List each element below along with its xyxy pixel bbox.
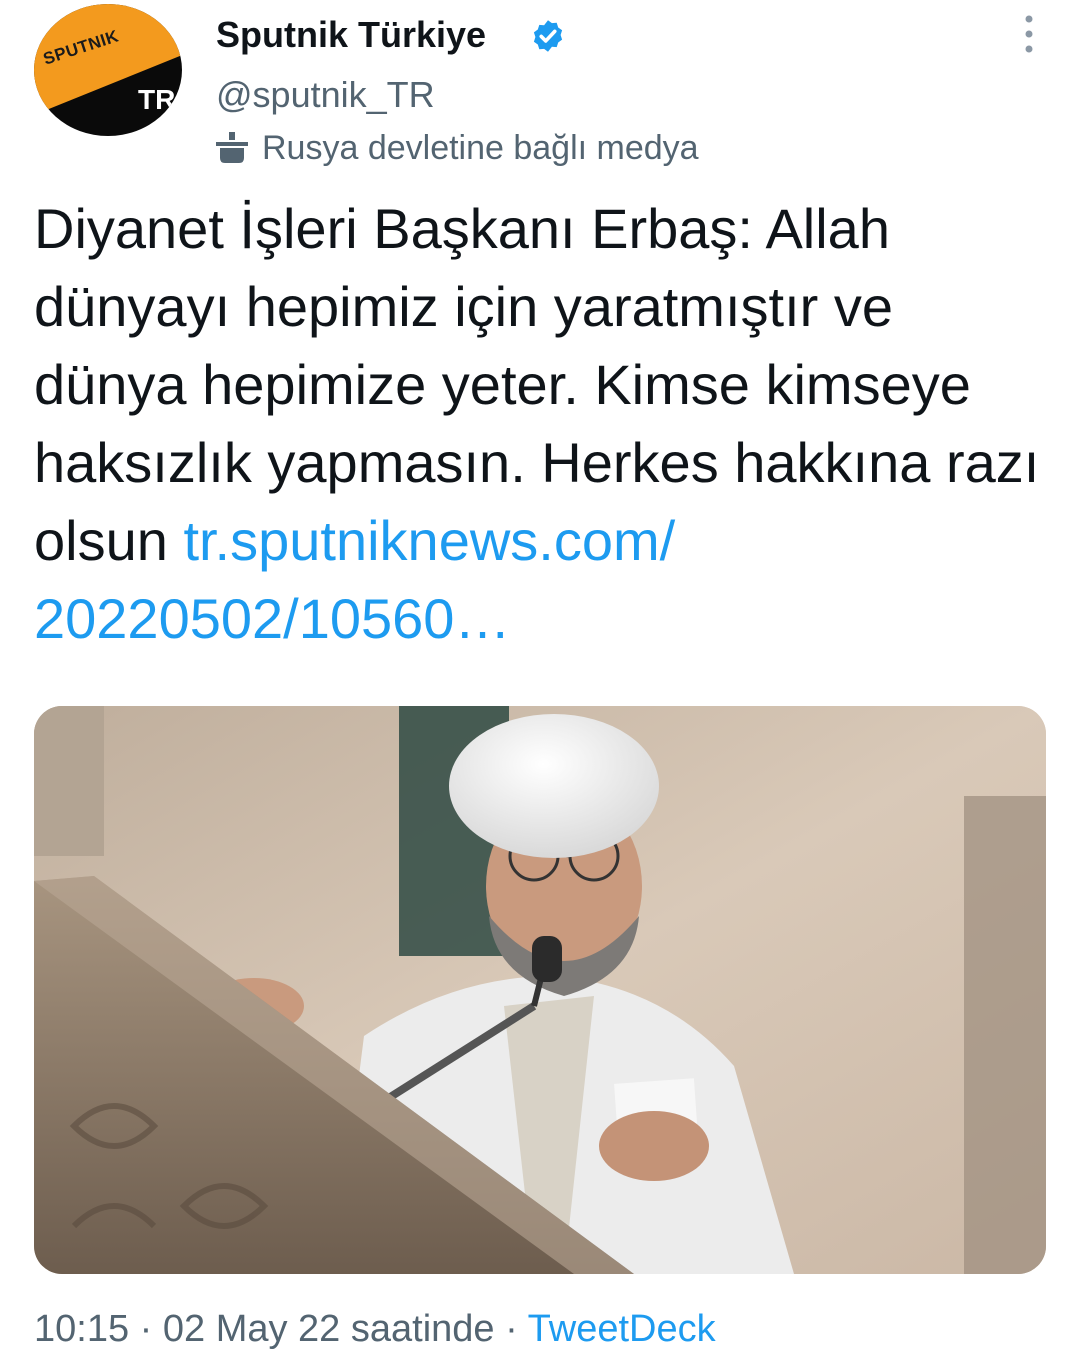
author-avatar[interactable]: SPUTNIK TR (34, 4, 182, 136)
tweet-text: Diyanet İşleri Başkanı Erbaş: Allah düny… (34, 190, 1044, 658)
tweet-timestamp-row: 10:15 · 02 May 22 saatinde · TweetDeck (34, 1308, 716, 1351)
state-media-icon (216, 132, 248, 163)
tweet-time[interactable]: 10:15 (34, 1308, 129, 1350)
author-name[interactable]: Sputnik Türkiye (216, 14, 486, 56)
tweet-date[interactable]: 02 May 22 saatinde (163, 1308, 495, 1350)
more-options-icon[interactable] (1022, 14, 1036, 54)
photo-illustration (34, 706, 1046, 1274)
tweet-source-link[interactable]: TweetDeck (528, 1308, 716, 1350)
avatar-badge-text: TR (138, 84, 176, 115)
meta-separator: · (505, 1308, 518, 1350)
state-media-text: Rusya devletine bağlı medya (262, 128, 699, 167)
meta-separator: · (139, 1308, 153, 1350)
tweet-media-image[interactable] (34, 706, 1046, 1274)
verified-badge-icon (533, 20, 563, 52)
author-handle[interactable]: @sputnik_TR (216, 74, 435, 116)
state-media-label[interactable]: Rusya devletine bağlı medya (212, 128, 699, 168)
